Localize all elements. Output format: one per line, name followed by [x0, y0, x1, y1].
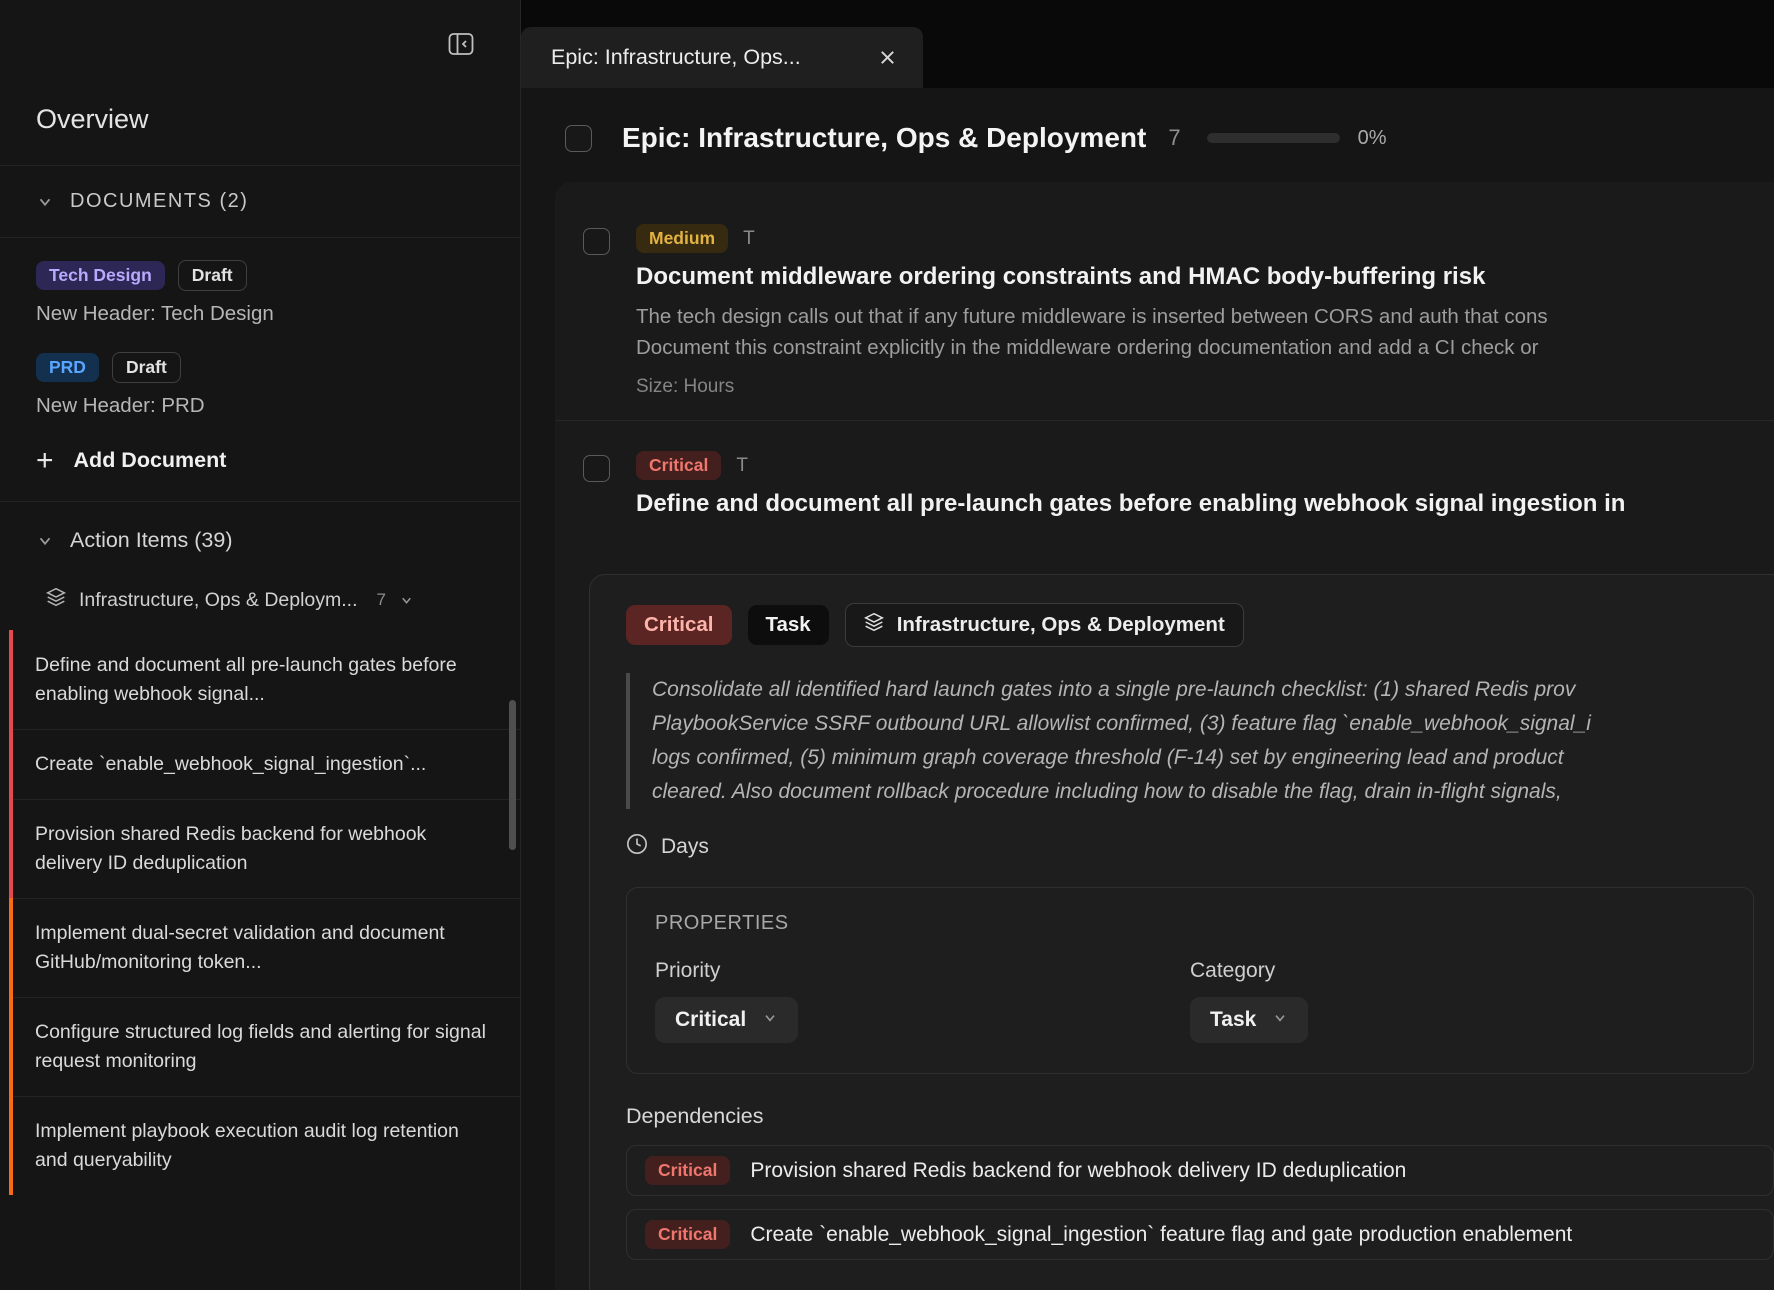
action-items-list: Define and document all pre-launch gates… — [0, 631, 520, 1195]
priority-badge-critical: Critical — [636, 451, 721, 480]
add-document-label: Add Document — [74, 448, 227, 473]
action-items-label: Action Items (39) — [70, 528, 233, 553]
chevron-down-icon — [36, 532, 54, 550]
chevron-down-icon — [762, 1008, 778, 1032]
category-label: Category — [1190, 959, 1725, 983]
action-item[interactable]: Provision shared Redis backend for webho… — [9, 799, 520, 898]
main-panel: Epic: Infrastructure, Ops... Epic: Infra… — [521, 0, 1774, 1290]
group-count: 7 — [377, 590, 386, 610]
type-pill[interactable]: Task — [748, 605, 829, 645]
document-item-prd[interactable]: PRD Draft New Header: PRD — [0, 330, 520, 422]
epic-pill-label: Infrastructure, Ops & Deployment — [897, 613, 1225, 637]
epic-progress-label: 0% — [1358, 127, 1387, 150]
priority-label: Priority — [655, 959, 1190, 983]
task-list-card: Medium T Document middleware ordering co… — [555, 182, 1774, 1290]
task-description-line: The tech design calls out that if any fu… — [636, 301, 1774, 332]
dependencies-section: Dependencies Critical Provision shared R… — [626, 1104, 1774, 1260]
task-title: Document middleware ordering constraints… — [636, 263, 1774, 291]
add-document-button[interactable]: + Add Document — [36, 448, 226, 473]
epic-checkbox[interactable] — [565, 125, 592, 152]
quote-line: PlaybookService SSRF outbound URL allowl… — [652, 707, 1774, 741]
action-items-section-header[interactable]: Action Items (39) — [0, 501, 520, 573]
properties-box: PROPERTIES Priority Critical — [626, 887, 1754, 1074]
tab-label: Epic: Infrastructure, Ops... — [551, 45, 801, 70]
sidebar: Overview DOCUMENTS (2) Tech Design Draft… — [0, 0, 521, 1290]
dependency-text: Create `enable_webhook_signal_ingestion`… — [750, 1223, 1572, 1247]
action-item[interactable]: Implement dual-secret validation and doc… — [9, 898, 520, 997]
action-item[interactable]: Define and document all pre-launch gates… — [9, 631, 520, 729]
group-label: Infrastructure, Ops & Deploym... — [79, 589, 358, 612]
document-title: New Header: PRD — [36, 394, 484, 418]
task-type-icon: T — [736, 455, 748, 477]
chevron-down-icon — [36, 193, 54, 211]
properties-header: PROPERTIES — [655, 912, 1725, 935]
priority-dropdown[interactable]: Critical — [655, 997, 798, 1043]
collapse-sidebar-icon[interactable] — [448, 32, 474, 56]
chevron-down-icon — [1272, 1008, 1288, 1032]
task-checkbox[interactable] — [583, 228, 610, 255]
dependency-item[interactable]: Critical Provision shared Redis backend … — [626, 1145, 1774, 1196]
plus-icon: + — [36, 451, 54, 471]
layers-icon — [46, 587, 66, 613]
action-item[interactable]: Implement playbook execution audit log r… — [9, 1096, 520, 1195]
sidebar-header — [0, 0, 520, 88]
clock-icon — [626, 833, 648, 861]
category-dropdown-value: Task — [1210, 1008, 1256, 1032]
epic-progress-bar — [1207, 133, 1340, 143]
tab-bar: Epic: Infrastructure, Ops... — [521, 0, 1774, 88]
doc-status-badge: Draft — [178, 260, 247, 291]
documents-section-label: DOCUMENTS (2) — [70, 190, 248, 213]
category-dropdown[interactable]: Task — [1190, 997, 1308, 1043]
quote-line: cleared. Also document rollback procedur… — [652, 775, 1774, 809]
tab-epic-infrastructure[interactable]: Epic: Infrastructure, Ops... — [521, 27, 923, 88]
task-detail-panel: Critical Task Infrastructure, Ops & Depl — [589, 574, 1774, 1290]
action-items-group-infrastructure[interactable]: Infrastructure, Ops & Deploym... 7 — [0, 573, 520, 631]
overview-link[interactable]: Overview — [0, 88, 520, 166]
task-row-middleware[interactable]: Medium T Document middleware ordering co… — [555, 194, 1774, 420]
task-description-quote: Consolidate all identified hard launch g… — [626, 673, 1774, 809]
epic-content: Epic: Infrastructure, Ops & Deployment 7… — [521, 88, 1774, 1290]
sidebar-scrollbar[interactable] — [509, 700, 516, 850]
doc-status-badge: Draft — [112, 352, 181, 383]
close-icon[interactable] — [878, 48, 897, 67]
effort-label: Days — [661, 835, 709, 859]
task-row-prelaunch-gates[interactable]: Critical T Define and document all pre-l… — [555, 421, 1774, 550]
document-title: New Header: Tech Design — [36, 302, 484, 326]
task-description-line: Document this constraint explicitly in t… — [636, 332, 1774, 363]
layers-icon — [864, 612, 884, 638]
quote-line: Consolidate all identified hard launch g… — [652, 673, 1774, 707]
doc-type-badge: Tech Design — [36, 261, 165, 290]
app-window: Overview DOCUMENTS (2) Tech Design Draft… — [0, 0, 1774, 1290]
task-type-icon: T — [743, 228, 755, 250]
priority-badge-critical: Critical — [645, 1220, 730, 1249]
document-item-tech-design[interactable]: Tech Design Draft New Header: Tech Desig… — [0, 238, 520, 330]
task-size-label: Size: Hours — [636, 376, 1774, 398]
epic-header: Epic: Infrastructure, Ops & Deployment 7… — [521, 88, 1774, 182]
action-item[interactable]: Create `enable_webhook_signal_ingestion`… — [9, 729, 520, 799]
chevron-down-icon[interactable] — [399, 593, 414, 608]
task-title: Define and document all pre-launch gates… — [636, 490, 1774, 518]
epic-task-count: 7 — [1168, 125, 1180, 151]
priority-badge-medium: Medium — [636, 224, 728, 253]
action-item[interactable]: Configure structured log fields and aler… — [9, 997, 520, 1096]
task-checkbox[interactable] — [583, 455, 610, 482]
epic-pill[interactable]: Infrastructure, Ops & Deployment — [845, 603, 1244, 647]
dependencies-header: Dependencies — [626, 1104, 1774, 1129]
epic-title: Epic: Infrastructure, Ops & Deployment — [622, 122, 1146, 154]
dependency-text: Provision shared Redis backend for webho… — [750, 1159, 1406, 1183]
quote-line: logs confirmed, (5) minimum graph covera… — [652, 741, 1774, 775]
priority-dropdown-value: Critical — [675, 1008, 746, 1032]
documents-section-header[interactable]: DOCUMENTS (2) — [0, 166, 520, 238]
effort-row: Days — [626, 833, 1774, 861]
priority-pill[interactable]: Critical — [626, 605, 732, 645]
priority-badge-critical: Critical — [645, 1156, 730, 1185]
dependency-item[interactable]: Critical Create `enable_webhook_signal_i… — [626, 1209, 1774, 1260]
doc-type-badge: PRD — [36, 353, 99, 382]
